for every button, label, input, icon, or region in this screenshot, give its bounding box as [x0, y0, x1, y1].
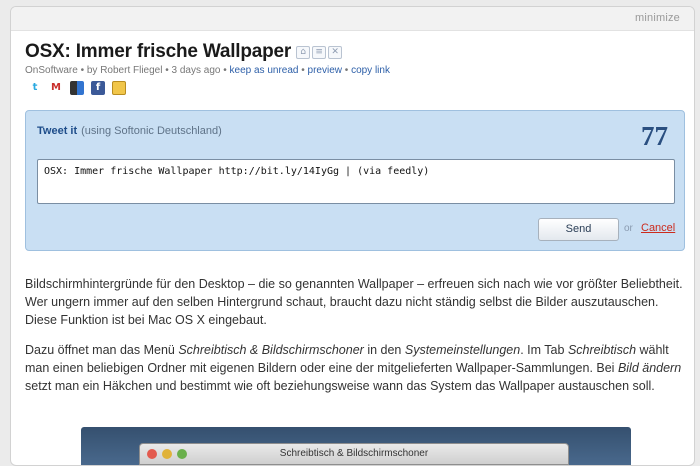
menu-name: Schreibtisch & Bildschirmschoner [178, 343, 364, 357]
delicious-icon[interactable] [70, 81, 84, 95]
card-topbar: minimize [11, 7, 694, 31]
text-run: Dazu öffnet man das Menü [25, 343, 179, 357]
article-meta: OnSoftware • by Robert Fliegel • 3 days … [25, 65, 390, 76]
tweet-textarea[interactable]: OSX: Immer frische Wallpaper http://bit.… [37, 159, 675, 204]
or-label: or [624, 223, 633, 234]
tweet-account: (using Softonic Deutschland) [81, 125, 222, 137]
article-card: minimize OSX: Immer frische Wallpaper ⌂ … [10, 6, 695, 466]
character-counter: 77 [641, 121, 668, 151]
screenshot-window-title: Schreibtisch & Bildschirmschoner [279, 448, 429, 459]
share-bar: t M f [28, 81, 126, 95]
facebook-icon[interactable]: f [91, 81, 105, 95]
copy-link[interactable]: copy link [351, 65, 390, 76]
option-name: Bild ändern [617, 361, 682, 375]
title-row: OSX: Immer frische Wallpaper ⌂ ≡ ✕ [25, 41, 343, 63]
text-run: . Im Tab [520, 343, 568, 357]
article-body: Bildschirmhintergründe für den Desktop –… [25, 275, 685, 407]
paragraph-1: Bildschirmhintergründe für den Desktop –… [25, 277, 683, 327]
source-name: OnSoftware [25, 65, 78, 76]
article-title[interactable]: OSX: Immer frische Wallpaper [25, 41, 291, 63]
article-screenshot: Schreibtisch & Bildschirmschoner [81, 427, 631, 465]
settings-name: Systemeinstellungen [404, 343, 521, 357]
send-button[interactable]: Send [538, 218, 619, 241]
text-run: setzt man ein Häkchen und bestimmt wie o… [25, 379, 655, 393]
keep-unread-link[interactable]: keep as unread [230, 65, 299, 76]
title-tools: ⌂ ≡ ✕ [296, 45, 343, 59]
cancel-link[interactable]: Cancel [641, 222, 675, 234]
tweet-panel: Tweet it (using Softonic Deutschland) 77 … [25, 110, 685, 251]
screenshot-window-bar: Schreibtisch & Bildschirmschoner [139, 443, 569, 465]
twitter-icon[interactable]: t [28, 81, 42, 95]
close-icon[interactable]: ✕ [328, 45, 343, 59]
meta-separator: • [298, 65, 308, 76]
note-icon[interactable]: ≡ [312, 45, 327, 59]
tag-icon[interactable]: ⌂ [296, 45, 311, 59]
tweet-header: Tweet it (using Softonic Deutschland) [37, 125, 222, 137]
meta-separator: • [342, 65, 352, 76]
text-run: in den [363, 343, 405, 357]
sticky-note-icon[interactable] [112, 81, 126, 95]
byline: • by Robert Fliegel • 3 days ago • [77, 65, 230, 76]
gmail-icon[interactable]: M [49, 81, 63, 95]
preview-link[interactable]: preview [308, 65, 342, 76]
paragraph-2: Dazu öffnet man das Menü Schreibtisch & … [25, 341, 685, 395]
minimize-link[interactable]: minimize [635, 12, 680, 24]
tab-name: Schreibtisch [567, 343, 637, 357]
tweet-label: Tweet it [37, 125, 78, 137]
